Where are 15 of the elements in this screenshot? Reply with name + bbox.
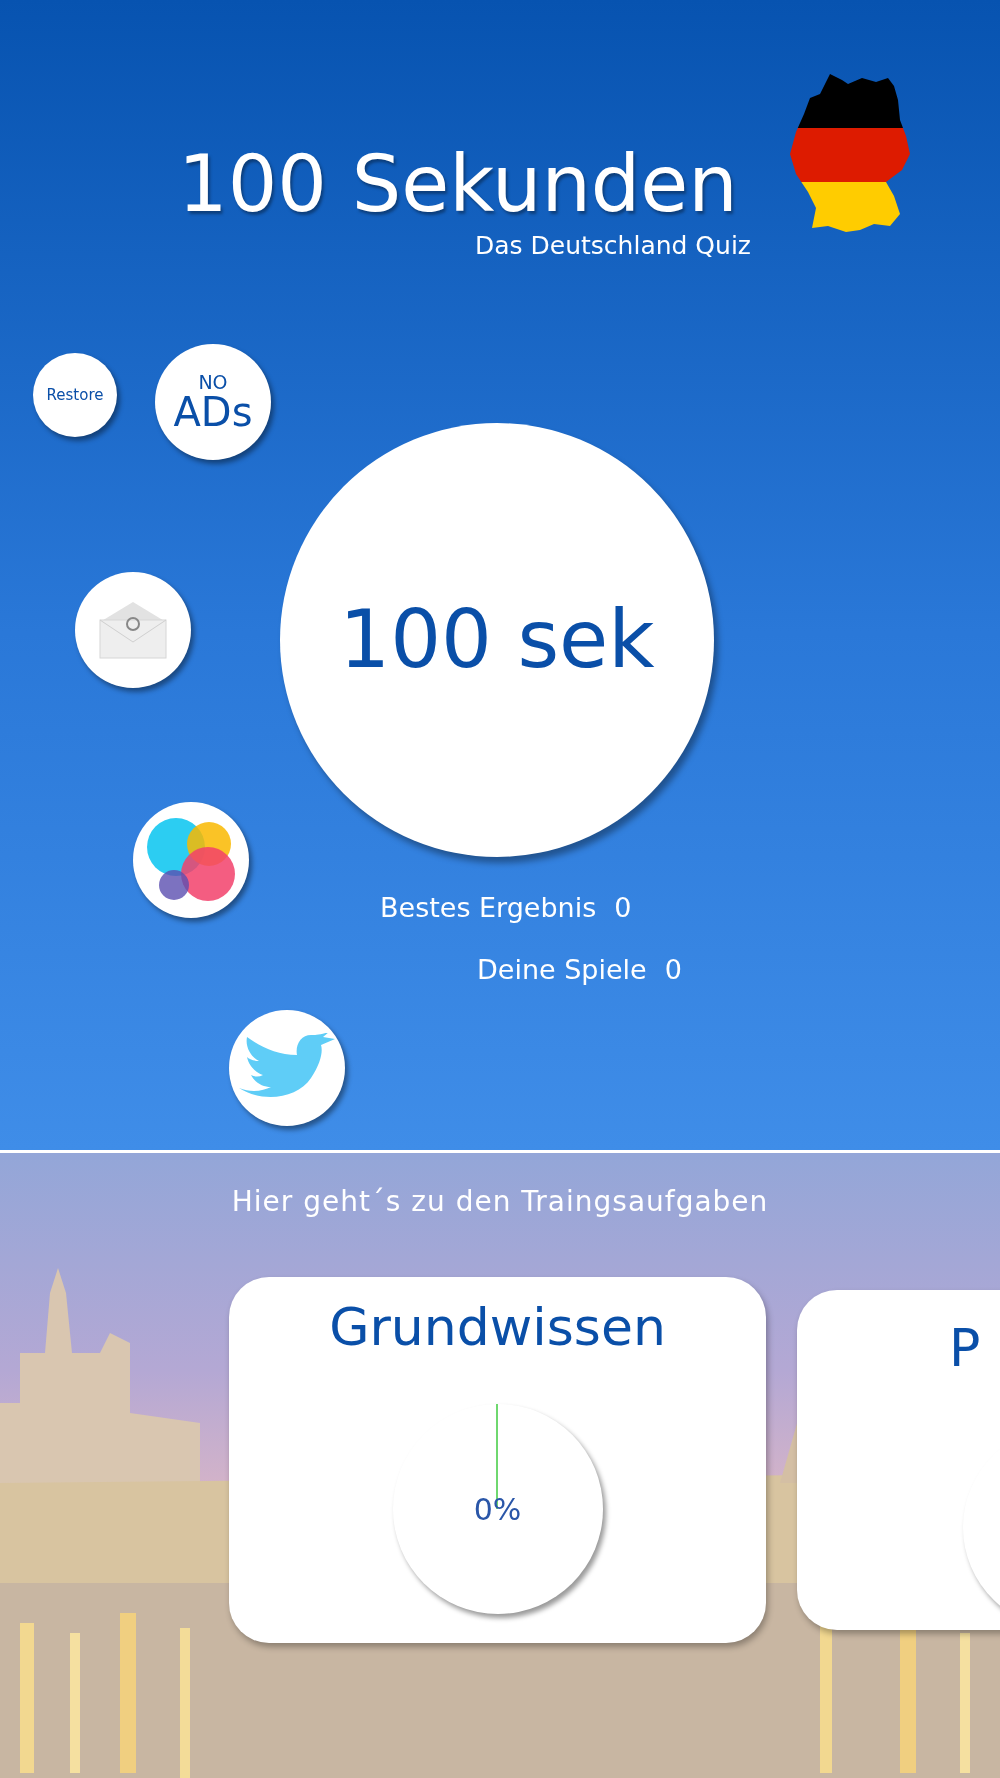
category-card[interactable]: P [797, 1290, 1000, 1630]
category-title: Grundwissen [329, 1299, 666, 1357]
section-heading: Hier geht´s zu den Traingsaufgaben [230, 1184, 770, 1220]
start-button[interactable]: 100 sek [280, 423, 714, 857]
category-card[interactable]: Grundwissen 0% [229, 1277, 766, 1643]
stat-label: Deine Spiele [477, 953, 647, 987]
no-ads-button[interactable]: NO ADs [155, 344, 271, 460]
app-title: 100 Sekunden [178, 145, 739, 223]
stat-value: 0 [664, 953, 682, 987]
stat-value: 0 [614, 891, 632, 925]
stat-label: Bestes Ergebnis [380, 891, 597, 925]
progress-percent: 0% [473, 1490, 522, 1529]
restore-button[interactable]: Restore [33, 353, 117, 437]
app-subtitle: Das Deutschland Quiz [475, 233, 752, 258]
category-title: P [949, 1320, 981, 1378]
